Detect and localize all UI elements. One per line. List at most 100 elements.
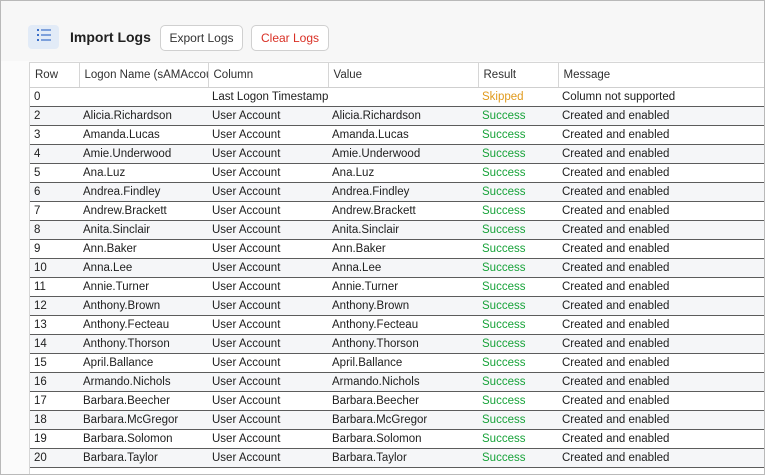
table-row[interactable]: 19 Barbara.Solomon User Account Barbara.Sol… bbox=[30, 429, 764, 449]
row-cell: 8 bbox=[30, 220, 79, 240]
result-cell: Success bbox=[478, 239, 558, 259]
row-cell: 2 bbox=[30, 106, 79, 126]
value-cell: Anthony.Thorson bbox=[328, 334, 478, 354]
column-cell: User Account bbox=[208, 429, 328, 449]
result-cell: Success bbox=[478, 315, 558, 335]
table-row[interactable]: 11 Annie.Turner User Account Annie.Turner Su… bbox=[30, 277, 764, 297]
column-header-logon-name[interactable]: Logon Name (sAMAccountName) bbox=[79, 63, 209, 88]
result-cell: Success bbox=[478, 296, 558, 316]
column-cell: User Account bbox=[208, 182, 328, 202]
table-row[interactable]: 0 Last Logon Timestamp Skipped Column not s… bbox=[30, 87, 764, 107]
logon-name-cell: Barbara.McGregor bbox=[79, 410, 208, 430]
column-cell: User Account bbox=[208, 201, 328, 221]
logon-name-cell: Annie.Turner bbox=[79, 277, 208, 297]
value-cell: Anna.Lee bbox=[328, 258, 478, 278]
row-cell: 13 bbox=[30, 315, 79, 335]
column-cell: User Account bbox=[208, 277, 328, 297]
message-cell: Created and enabled bbox=[558, 144, 764, 164]
table-row[interactable]: 4 Amie.Underwood User Account Amie.Underwoo… bbox=[30, 144, 764, 164]
logon-name-cell: Ana.Luz bbox=[79, 163, 208, 183]
value-cell: Ann.Baker bbox=[328, 239, 478, 259]
result-cell: Success bbox=[478, 258, 558, 278]
row-cell: 11 bbox=[30, 277, 79, 297]
message-cell: Created and enabled bbox=[558, 429, 764, 449]
table-row[interactable]: 8 Anita.Sinclair User Account Anita.Sinclai… bbox=[30, 220, 764, 240]
column-cell: User Account bbox=[208, 372, 328, 392]
table-row[interactable]: 3 Amanda.Lucas User Account Amanda.Lucas Suc… bbox=[30, 125, 764, 145]
table-row[interactable]: 16 Armando.Nichols User Account Armando.Nic… bbox=[30, 372, 764, 392]
value-cell: Andrea.Findley bbox=[328, 182, 478, 202]
result-cell: Success bbox=[478, 125, 558, 145]
table-row[interactable]: 2 Alicia.Richardson User Account Alicia.Ric… bbox=[30, 106, 764, 126]
table-row[interactable]: 7 Andrew.Brackett User Account Andrew.Brack… bbox=[30, 201, 764, 221]
column-cell: User Account bbox=[208, 334, 328, 354]
result-cell: Skipped bbox=[478, 87, 558, 107]
table-row[interactable]: 17 Barbara.Beecher User Account Barbara.Bee… bbox=[30, 391, 764, 411]
column-cell: User Account bbox=[208, 239, 328, 259]
message-cell: Created and enabled bbox=[558, 106, 764, 126]
column-cell: User Account bbox=[208, 220, 328, 240]
result-cell: Success bbox=[478, 106, 558, 126]
table-row[interactable]: 20 Barbara.Taylor User Account Barbara.Tayl… bbox=[30, 448, 764, 468]
row-cell: 18 bbox=[30, 410, 79, 430]
table-row[interactable]: 9 Ann.Baker User Account Ann.Baker Success Cr… bbox=[30, 239, 764, 259]
value-cell: Barbara.Solomon bbox=[328, 429, 478, 449]
table-row[interactable]: 15 April.Ballance User Account April.Ballan… bbox=[30, 353, 764, 373]
value-cell: Andrew.Brackett bbox=[328, 201, 478, 221]
row-cell: 14 bbox=[30, 334, 79, 354]
clear-logs-button[interactable]: Clear Logs bbox=[251, 25, 329, 51]
logon-name-cell: Anthony.Brown bbox=[79, 296, 208, 316]
table-header: Row Logon Name (sAMAccountName) Column V… bbox=[30, 63, 764, 88]
value-cell: Amie.Underwood bbox=[328, 144, 478, 164]
list-icon bbox=[36, 28, 52, 47]
logs-table: Row Logon Name (sAMAccountName) Column V… bbox=[30, 63, 764, 468]
result-cell: Success bbox=[478, 163, 558, 183]
value-cell: Annie.Turner bbox=[328, 277, 478, 297]
column-header-row[interactable]: Row bbox=[30, 63, 80, 88]
column-cell: User Account bbox=[208, 353, 328, 373]
message-cell: Created and enabled bbox=[558, 334, 764, 354]
result-cell: Success bbox=[478, 448, 558, 468]
logon-name-cell: Anthony.Thorson bbox=[79, 334, 208, 354]
column-cell: User Account bbox=[208, 258, 328, 278]
row-cell: 10 bbox=[30, 258, 79, 278]
message-cell: Created and enabled bbox=[558, 201, 764, 221]
message-cell: Created and enabled bbox=[558, 372, 764, 392]
logs-grid[interactable]: Row Logon Name (sAMAccountName) Column V… bbox=[29, 62, 764, 474]
column-header-message[interactable]: Message bbox=[558, 63, 764, 88]
message-cell: Created and enabled bbox=[558, 239, 764, 259]
column-cell: User Account bbox=[208, 448, 328, 468]
message-cell: Created and enabled bbox=[558, 315, 764, 335]
menu-button[interactable] bbox=[28, 25, 59, 49]
row-cell: 19 bbox=[30, 429, 79, 449]
result-cell: Success bbox=[478, 220, 558, 240]
message-cell: Created and enabled bbox=[558, 125, 764, 145]
logon-name-cell: Anna.Lee bbox=[79, 258, 208, 278]
message-cell: Created and enabled bbox=[558, 353, 764, 373]
import-logs-window: Import Logs Export Logs Clear Logs Row L… bbox=[0, 0, 765, 475]
logon-name-cell: Alicia.Richardson bbox=[79, 106, 208, 126]
result-cell: Success bbox=[478, 277, 558, 297]
row-cell: 17 bbox=[30, 391, 79, 411]
result-cell: Success bbox=[478, 182, 558, 202]
table-row[interactable]: 13 Anthony.Fecteau User Account Anthony.Fec… bbox=[30, 315, 764, 335]
export-logs-button[interactable]: Export Logs bbox=[160, 25, 243, 51]
table-row[interactable]: 14 Anthony.Thorson User Account Anthony.Tho… bbox=[30, 334, 764, 354]
table-row[interactable]: 6 Andrea.Findley User Account Andrea.Findle… bbox=[30, 182, 764, 202]
message-cell: Created and enabled bbox=[558, 182, 764, 202]
table-row[interactable]: 5 Ana.Luz User Account Ana.Luz Success Create… bbox=[30, 163, 764, 183]
row-cell: 5 bbox=[30, 163, 79, 183]
column-header-result[interactable]: Result bbox=[478, 63, 559, 88]
table-row[interactable]: 10 Anna.Lee User Account Anna.Lee Success Cre… bbox=[30, 258, 764, 278]
value-cell bbox=[328, 87, 478, 107]
result-cell: Success bbox=[478, 391, 558, 411]
row-cell: 20 bbox=[30, 448, 79, 468]
row-cell: 0 bbox=[30, 87, 79, 107]
column-header-value[interactable]: Value bbox=[328, 63, 479, 88]
column-header-column[interactable]: Column bbox=[208, 63, 329, 88]
message-cell: Created and enabled bbox=[558, 296, 764, 316]
table-row[interactable]: 12 Anthony.Brown User Account Anthony.Brown… bbox=[30, 296, 764, 316]
table-row[interactable]: 18 Barbara.McGregor User Account Barbara.Mc… bbox=[30, 410, 764, 430]
result-cell: Success bbox=[478, 353, 558, 373]
result-cell: Success bbox=[478, 144, 558, 164]
